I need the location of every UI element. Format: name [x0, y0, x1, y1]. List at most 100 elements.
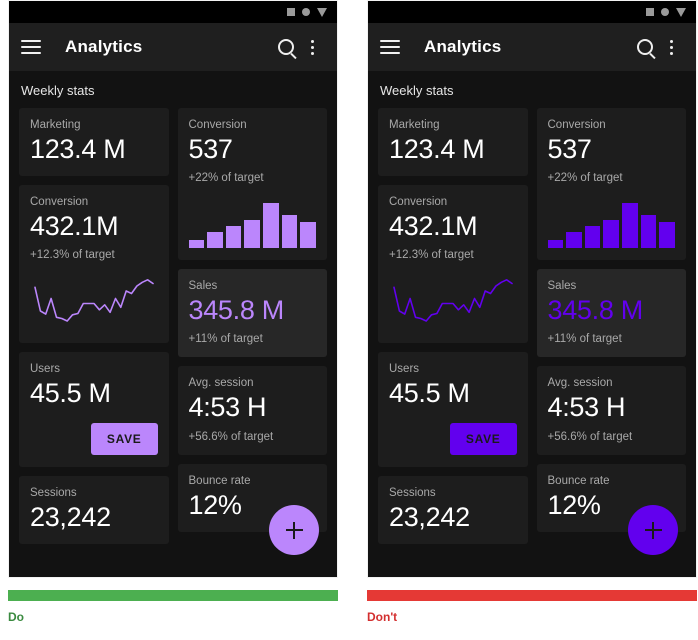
card-label: Avg. session: [547, 377, 613, 390]
floating-action-button[interactable]: [269, 505, 319, 555]
bar-2: [207, 232, 223, 249]
section-title: Weekly stats: [21, 83, 95, 98]
card-label: Sales: [188, 280, 218, 293]
card-value: 123.4 M: [30, 134, 126, 164]
bar-6: [281, 215, 298, 249]
plus-icon: [285, 521, 303, 539]
hamburger-menu-icon[interactable]: [21, 40, 41, 54]
card-label: Conversion: [30, 196, 89, 209]
card-value: 432.1M: [30, 211, 119, 242]
search-icon[interactable]: [632, 34, 658, 60]
card-subtext: +56.6% of target: [547, 430, 633, 443]
dashboard-content: Weekly stats Marketing 123.4 M Conversio…: [9, 71, 337, 577]
bar-5: [263, 203, 279, 249]
card-conversion-trend[interactable]: Conversion 432.1M +12.3% of target: [19, 185, 169, 344]
card-conversion-bars[interactable]: Conversion 537 +22% of target: [177, 108, 327, 261]
square-icon: [646, 8, 654, 16]
card-value: 45.5 M: [389, 378, 470, 409]
card-actions: SAVE: [30, 422, 158, 455]
card-value: 23,242: [30, 501, 111, 532]
phone-mock-do: Analytics Weekly stats Marketing 123.4 M…: [8, 0, 338, 578]
card-users[interactable]: Users 45.5 M SAVE: [378, 352, 528, 467]
example-do: Analytics Weekly stats Marketing 123.4 M…: [8, 0, 338, 640]
do-dont-comparison: Analytics Weekly stats Marketing 123.4 M…: [0, 0, 698, 640]
card-column-right: Conversion 537 +22% of target Sales 345.…: [536, 108, 686, 544]
card-subtext: +11% of target: [547, 333, 622, 346]
card-conversion-trend[interactable]: Conversion 432.1M +12.3% of target: [378, 185, 528, 344]
card-subtext: +12.3% of target: [389, 249, 474, 262]
card-label: Sessions: [389, 486, 436, 499]
sparkline-chart: [34, 279, 154, 323]
status-bar: [368, 1, 696, 23]
hamburger-menu-icon[interactable]: [380, 40, 400, 54]
section-title: Weekly stats: [380, 83, 454, 98]
example-dont: Analytics Weekly stats Marketing 123.4 M…: [367, 0, 697, 640]
card-subtext: +11% of target: [188, 333, 263, 346]
bar-4: [244, 220, 261, 249]
card-label: Sales: [547, 280, 577, 293]
status-bar-bad: [367, 590, 697, 601]
bar-4: [603, 220, 620, 249]
card-label: Conversion: [188, 119, 247, 131]
square-icon: [287, 8, 295, 16]
card-actions: SAVE: [389, 422, 517, 455]
card-marketing[interactable]: Marketing 123.4 M: [378, 108, 528, 177]
bar-5: [622, 203, 638, 249]
card-value: 537: [188, 134, 233, 164]
card-label: Conversion: [389, 196, 448, 209]
caption-dont: Don't: [367, 610, 398, 624]
card-conversion-bars[interactable]: Conversion 537 +22% of target: [536, 108, 686, 261]
card-label: Users: [30, 363, 61, 376]
app-bar: Analytics: [9, 23, 337, 71]
card-grid: Marketing 123.4 M Conversion 432.1M +12.…: [19, 108, 327, 544]
bar-1: [188, 240, 205, 249]
bar-3: [584, 226, 601, 249]
card-subtext: +56.6% of target: [188, 430, 274, 443]
card-marketing[interactable]: Marketing 123.4 M: [19, 108, 169, 177]
card-column-right: Conversion 537 +22% of target Sales 345.…: [177, 108, 327, 544]
plus-icon: [644, 521, 662, 539]
bar-chart: [547, 198, 676, 249]
save-button[interactable]: SAVE: [449, 422, 517, 455]
card-label: Avg. session: [188, 377, 254, 390]
card-label: Users: [389, 363, 420, 376]
bar-3: [225, 226, 242, 249]
more-vert-icon[interactable]: [658, 34, 684, 60]
card-value: 23,242: [389, 501, 470, 532]
card-value: 4:53 H: [188, 392, 267, 423]
card-label: Bounce rate: [188, 474, 251, 487]
card-value: 4:53 H: [547, 392, 626, 423]
phone-mock-dont: Analytics Weekly stats Marketing 123.4 M…: [367, 0, 697, 578]
status-bar: [9, 1, 337, 23]
card-sales[interactable]: Sales 345.8 M +11% of target: [536, 269, 686, 358]
card-users[interactable]: Users 45.5 M SAVE: [19, 352, 169, 467]
more-vert-icon[interactable]: [299, 34, 325, 60]
card-label: Marketing: [389, 119, 440, 131]
card-grid: Marketing 123.4 M Conversion 432.1M +12.…: [378, 108, 686, 544]
bar-6: [640, 215, 657, 249]
page-title: Analytics: [65, 37, 143, 56]
card-avg-session[interactable]: Avg. session 4:53 H +56.6% of target: [536, 366, 686, 455]
sparkline-chart: [393, 279, 513, 323]
triangle-down-icon: [317, 7, 327, 17]
card-sessions[interactable]: Sessions 23,242: [19, 475, 169, 544]
card-sales[interactable]: Sales 345.8 M +11% of target: [177, 269, 327, 358]
status-bar-good: [8, 590, 338, 601]
caption-do: Do: [8, 610, 24, 624]
card-value: 123.4 M: [389, 134, 485, 164]
card-label: Conversion: [547, 119, 606, 131]
bar-1: [547, 240, 564, 249]
save-button[interactable]: SAVE: [90, 422, 158, 455]
floating-action-button[interactable]: [628, 505, 678, 555]
card-label: Sessions: [30, 486, 77, 499]
card-value: 537: [547, 134, 592, 164]
search-icon[interactable]: [273, 34, 299, 60]
card-avg-session[interactable]: Avg. session 4:53 H +56.6% of target: [177, 366, 327, 455]
bar-7: [300, 222, 316, 249]
circle-icon: [661, 8, 669, 16]
app-bar: Analytics: [368, 23, 696, 71]
triangle-down-icon: [676, 7, 686, 17]
card-sessions[interactable]: Sessions 23,242: [378, 475, 528, 544]
card-value: 432.1M: [389, 211, 478, 242]
card-subtext: +12.3% of target: [30, 249, 115, 262]
